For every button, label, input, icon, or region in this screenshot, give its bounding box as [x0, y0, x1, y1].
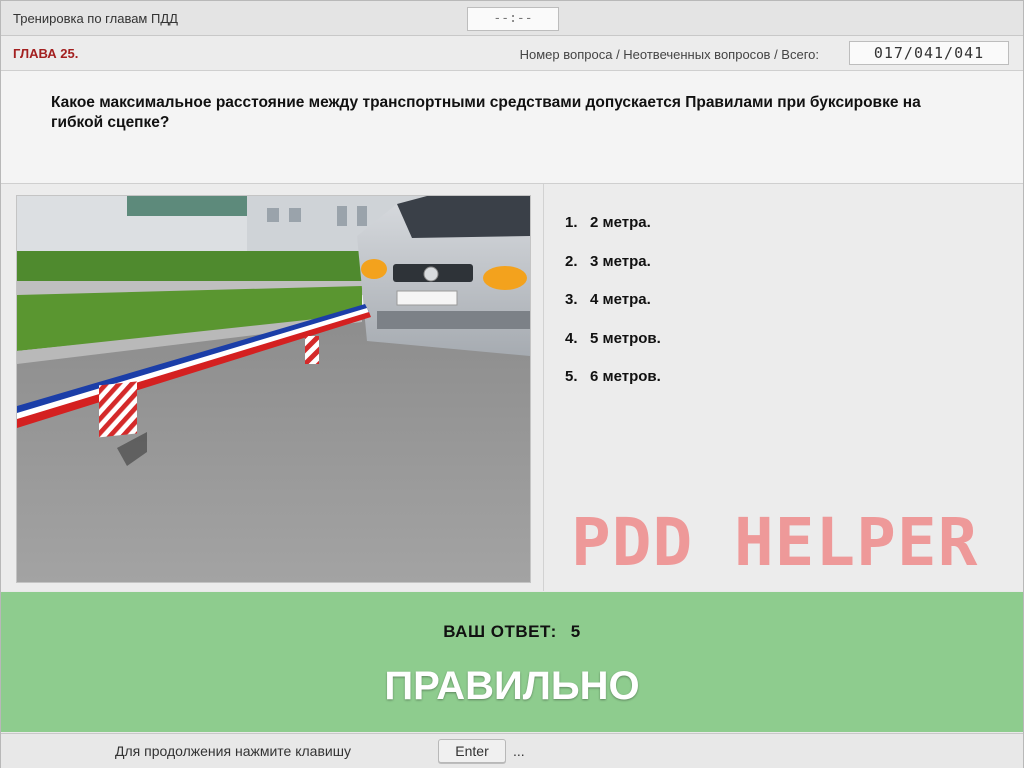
- timer-display: --:--: [467, 7, 559, 31]
- result-panel: ВАШ ОТВЕТ: 5 ПРАВИЛЬНО: [1, 592, 1023, 732]
- answer-list: 1. 2 метра. 2. 3 метра. 3. 4 метра. 4. 5 мет…: [565, 214, 661, 407]
- content-area: 1. 2 метра. 2. 3 метра. 3. 4 метра. 4. 5 мет…: [1, 184, 1023, 591]
- question-image: [16, 195, 531, 583]
- answer-label: 4 метра.: [590, 291, 651, 308]
- hint-ellipsis: ...: [513, 743, 525, 759]
- question-counter: 017/041/041: [849, 41, 1009, 65]
- verdict-text: ПРАВИЛЬНО: [384, 664, 640, 708]
- question-text: Какое максимальное расстояние между тран…: [51, 94, 921, 131]
- your-answer-line: ВАШ ОТВЕТ: 5: [1, 622, 1023, 642]
- answer-label: 5 метров.: [590, 329, 661, 347]
- chapter-label: ГЛАВА 25.: [13, 46, 79, 61]
- content-divider: [543, 184, 544, 591]
- title-bar: Тренировка по главам ПДД --:--: [1, 1, 1023, 36]
- answer-option[interactable]: 4. 5 метров.: [565, 330, 661, 369]
- enter-key-button[interactable]: Enter: [438, 739, 506, 763]
- question-panel: Какое максимальное расстояние между тран…: [1, 71, 1023, 184]
- app-window: Тренировка по главам ПДД --:-- ГЛАВА 25.…: [0, 0, 1024, 768]
- answer-option[interactable]: 2. 3 метра.: [565, 253, 661, 292]
- your-answer-value: 5: [570, 622, 581, 641]
- answer-number: 2.: [565, 252, 578, 270]
- answer-number: 5.: [565, 368, 578, 385]
- towing-photo-icon: [17, 196, 530, 582]
- answer-label: 6 метров.: [590, 368, 661, 385]
- answer-option[interactable]: 1. 2 метра.: [565, 214, 661, 253]
- your-answer-label: ВАШ ОТВЕТ:: [443, 622, 557, 641]
- window-title: Тренировка по главам ПДД: [13, 11, 178, 26]
- watermark-logo: PDD HELPER: [571, 504, 979, 581]
- answer-number: 1.: [565, 214, 578, 231]
- answer-label: 3 метра.: [590, 252, 651, 270]
- question-info-bar: ГЛАВА 25. Номер вопроса / Неотвеченных в…: [1, 36, 1023, 71]
- answer-option[interactable]: 3. 4 метра.: [565, 291, 661, 330]
- answer-label: 2 метра.: [590, 214, 651, 231]
- answer-option[interactable]: 5. 6 метров.: [565, 368, 661, 407]
- continue-hint: Для продолжения нажмите клавишу: [115, 743, 351, 759]
- footer-bar: Для продолжения нажмите клавишу Enter ..…: [1, 733, 1023, 768]
- answer-number: 4.: [565, 329, 578, 347]
- answer-number: 3.: [565, 291, 578, 308]
- question-counter-label: Номер вопроса / Неотвеченных вопросов / …: [519, 47, 819, 62]
